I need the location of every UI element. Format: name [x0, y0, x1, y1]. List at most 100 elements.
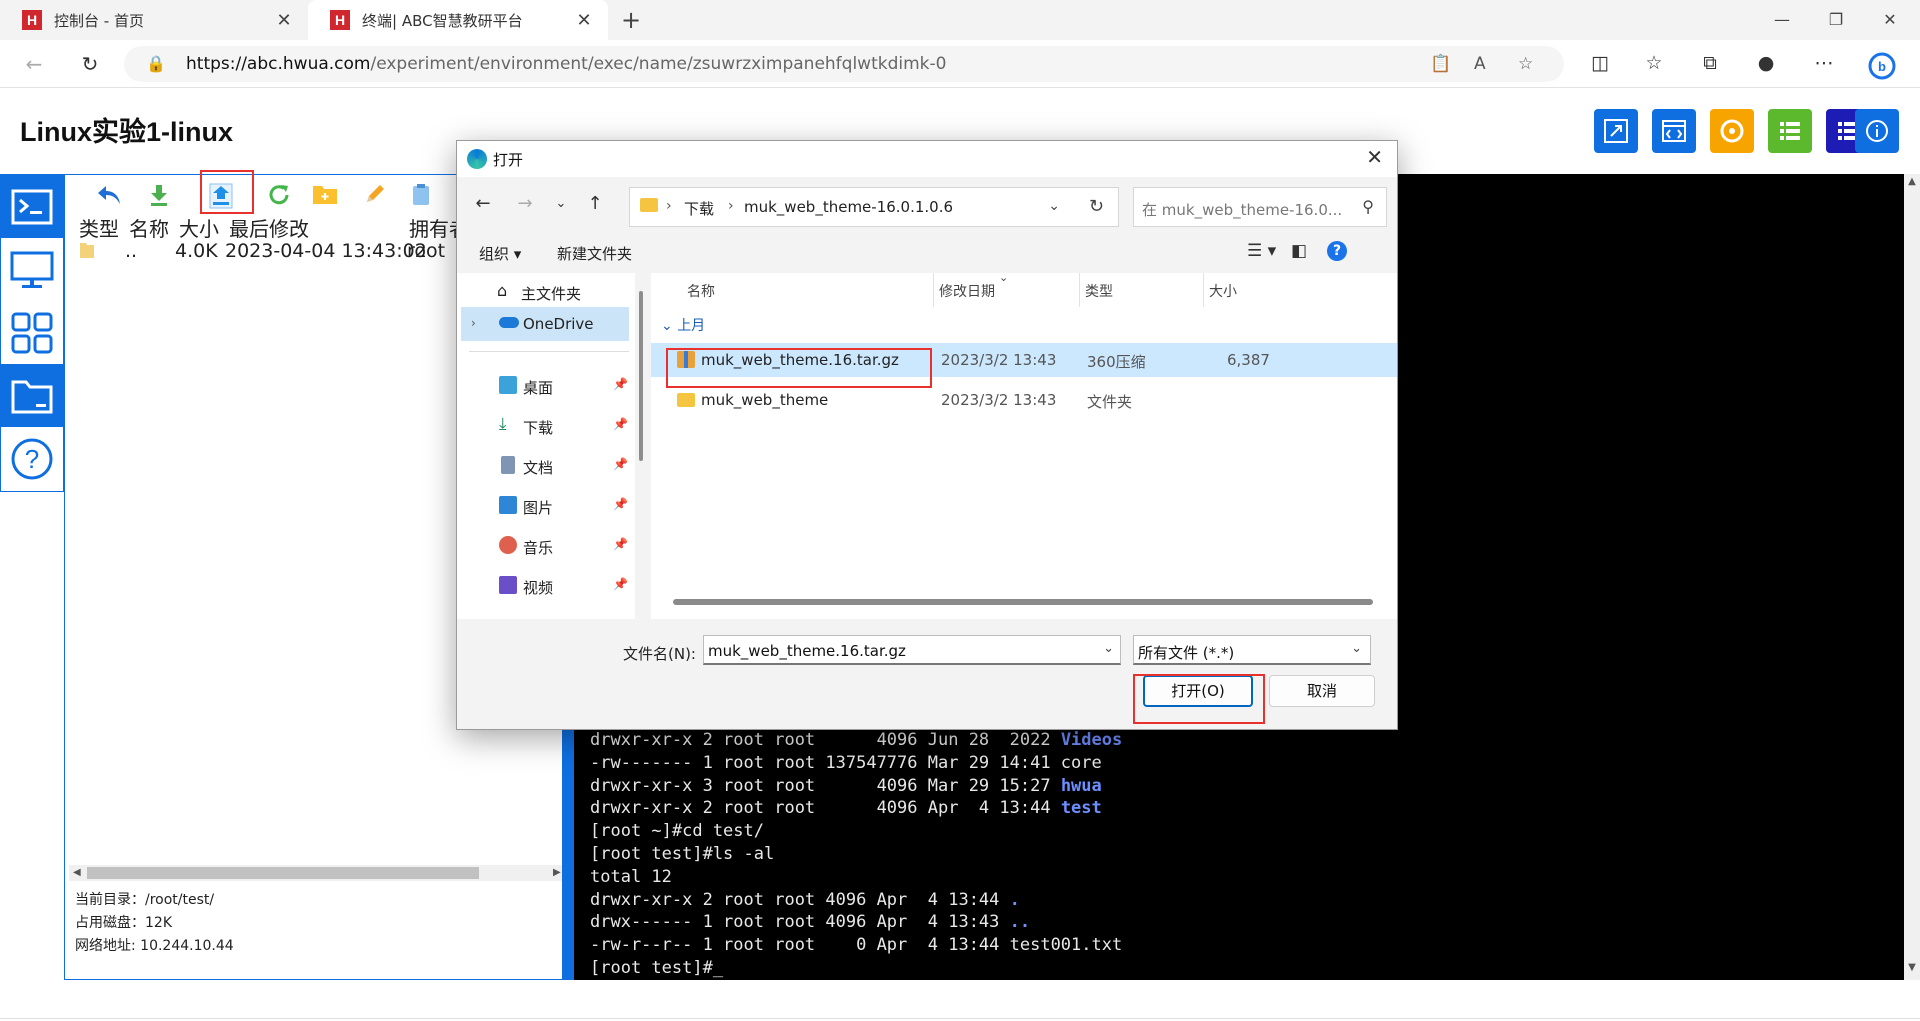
column-divider[interactable]: [1203, 273, 1204, 307]
dialog-forward-icon[interactable]: →: [513, 193, 537, 214]
dialog-search-input[interactable]: 在 muk_web_theme-16.0... ⚲: [1133, 187, 1387, 227]
nav-item-music[interactable]: 音乐 📌: [457, 529, 635, 563]
dialog-back-icon[interactable]: ←: [471, 193, 495, 214]
file-row-name[interactable]: ..: [125, 240, 137, 262]
filetype-select[interactable]: 所有文件 (*.*) ⌄: [1133, 635, 1371, 665]
favorites-icon[interactable]: ☆: [1640, 52, 1668, 74]
chevron-down-icon[interactable]: ⌄: [1048, 198, 1060, 214]
scroll-left-icon[interactable]: ◀: [73, 865, 81, 881]
url-field[interactable]: 🔒 https://abc.hwua.com/experiment/enviro…: [124, 46, 1564, 82]
nav-item-onedrive[interactable]: › OneDrive: [461, 307, 629, 341]
nav-item-desktop[interactable]: 桌面 📌: [457, 369, 635, 403]
task-list-button[interactable]: [1768, 109, 1812, 153]
collections-icon[interactable]: ⧉: [1696, 52, 1724, 74]
filename-input[interactable]: muk_web_theme.16.tar.gz ⌄: [703, 635, 1121, 665]
chevron-down-icon[interactable]: ⌄: [1103, 641, 1114, 656]
tab-close-icon[interactable]: ✕: [274, 10, 294, 31]
column-header-name[interactable]: 名称: [687, 281, 715, 301]
terminal-nav-button[interactable]: [1, 175, 63, 238]
reload-icon[interactable]: ↻: [74, 48, 106, 80]
group-header-last-month[interactable]: ⌄ 上月: [661, 315, 705, 335]
path-breadcrumb[interactable]: › 下载 › muk_web_theme-16.0.1.0.6 ⌄ ↻: [629, 187, 1119, 227]
nav-item-home[interactable]: ⌂ 主文件夹: [457, 275, 635, 309]
new-tab-button[interactable]: +: [616, 0, 646, 40]
restore-icon[interactable]: ❐: [1806, 0, 1866, 40]
up-folder-icon[interactable]: ↑: [583, 193, 607, 214]
reset-button[interactable]: [1710, 109, 1754, 153]
chevron-down-icon[interactable]: ⌄: [1351, 641, 1362, 656]
cancel-button[interactable]: 取消: [1269, 675, 1375, 707]
code-window-button[interactable]: [1652, 109, 1696, 153]
nav-item-documents[interactable]: 文档 📌: [457, 449, 635, 483]
file-row-folder[interactable]: muk_web_theme 2023/3/2 13:43 文件夹: [651, 383, 1397, 417]
scroll-thumb[interactable]: [87, 867, 479, 879]
breadcrumb-downloads[interactable]: 下载: [684, 198, 714, 219]
refresh-icon[interactable]: [265, 183, 293, 211]
add-favorite-icon[interactable]: ☆: [1518, 54, 1533, 74]
scroll-up-icon[interactable]: ▲: [1904, 176, 1920, 187]
files-nav-button[interactable]: [1, 364, 63, 427]
column-header-size[interactable]: 大小: [1209, 281, 1237, 301]
copilot-icon[interactable]: b: [1868, 52, 1896, 85]
split-screen-icon[interactable]: ◫: [1586, 52, 1614, 74]
dialog-close-icon[interactable]: ✕: [1366, 145, 1383, 169]
pin-icon[interactable]: 📌: [613, 417, 628, 431]
nav-pane-scrollbar[interactable]: [639, 291, 643, 461]
desktop-nav-button[interactable]: [1, 238, 63, 301]
nav-item-pictures[interactable]: 图片 📌: [457, 489, 635, 523]
recent-locations-icon[interactable]: ⌄: [549, 196, 573, 211]
terminal-scrollbar[interactable]: ▲ ▼: [1904, 174, 1920, 980]
column-header-date[interactable]: 修改日期: [939, 281, 995, 301]
column-header-type[interactable]: 类型: [1085, 281, 1113, 301]
file-row-archive[interactable]: muk_web_theme.16.tar.gz 2023/3/2 13:43 3…: [651, 343, 1397, 377]
open-button[interactable]: 打开(O): [1143, 675, 1253, 707]
column-divider[interactable]: [1079, 273, 1080, 307]
paste-icon[interactable]: [407, 183, 435, 211]
column-divider[interactable]: [933, 273, 934, 307]
help-nav-button[interactable]: ?: [1, 427, 63, 490]
pin-icon[interactable]: 📌: [613, 537, 628, 551]
pin-icon[interactable]: 📌: [613, 457, 628, 471]
column-modified[interactable]: 最后修改: [229, 213, 309, 242]
download-icon[interactable]: [145, 183, 173, 211]
upload-icon[interactable]: [207, 183, 235, 211]
tab-console-home[interactable]: H 控制台 - 首页 ✕: [0, 0, 308, 40]
file-panel-hscroll[interactable]: ◀ ▶: [69, 865, 569, 881]
scroll-down-icon[interactable]: ▼: [1904, 962, 1920, 973]
apps-nav-button[interactable]: [1, 301, 63, 364]
tab-close-icon[interactable]: ✕: [574, 10, 594, 31]
preview-pane-icon[interactable]: ◧: [1291, 241, 1307, 261]
column-owner[interactable]: 拥有者: [409, 213, 463, 242]
fullscreen-button[interactable]: [1594, 109, 1638, 153]
pin-icon[interactable]: 📌: [613, 377, 628, 391]
column-type[interactable]: 类型: [79, 213, 119, 242]
edit-icon[interactable]: [361, 183, 389, 211]
read-aloud-icon[interactable]: A: [1474, 54, 1486, 74]
more-menu-icon[interactable]: ⋯: [1810, 52, 1838, 74]
breadcrumb-folder[interactable]: muk_web_theme-16.0.1.0.6: [744, 198, 953, 216]
nav-item-videos[interactable]: 视频 📌: [457, 569, 635, 603]
minimize-icon[interactable]: —: [1752, 0, 1812, 40]
organize-menu[interactable]: 组织 ▾: [479, 243, 521, 264]
new-folder-icon[interactable]: [311, 183, 339, 211]
window-close-icon[interactable]: ✕: [1860, 0, 1920, 40]
refresh-icon[interactable]: ↻: [1089, 196, 1104, 217]
info-button[interactable]: [1855, 109, 1899, 153]
profile-avatar-icon[interactable]: ●: [1752, 52, 1780, 74]
view-options-icon[interactable]: ☰ ▾: [1247, 241, 1276, 261]
back-icon[interactable]: ←: [18, 48, 50, 80]
file-list-hscroll[interactable]: [673, 599, 1373, 605]
scroll-right-icon[interactable]: ▶: [553, 865, 561, 881]
back-arrow-icon[interactable]: [95, 183, 123, 211]
nav-item-downloads[interactable]: ⤓ 下载 📌: [457, 409, 635, 443]
help-icon[interactable]: ?: [1327, 241, 1347, 261]
column-size[interactable]: 大小: [179, 213, 219, 242]
panel-divider[interactable]: [562, 720, 574, 980]
reading-list-icon[interactable]: 📋: [1430, 54, 1451, 74]
column-name[interactable]: 名称: [129, 213, 169, 242]
tab-terminal[interactable]: H 终端| ABC智慧教研平台 ✕: [308, 0, 608, 40]
new-folder-button[interactable]: 新建文件夹: [557, 243, 632, 264]
chevron-right-icon[interactable]: ›: [471, 316, 476, 330]
pin-icon[interactable]: 📌: [613, 497, 628, 511]
pin-icon[interactable]: 📌: [613, 577, 628, 591]
